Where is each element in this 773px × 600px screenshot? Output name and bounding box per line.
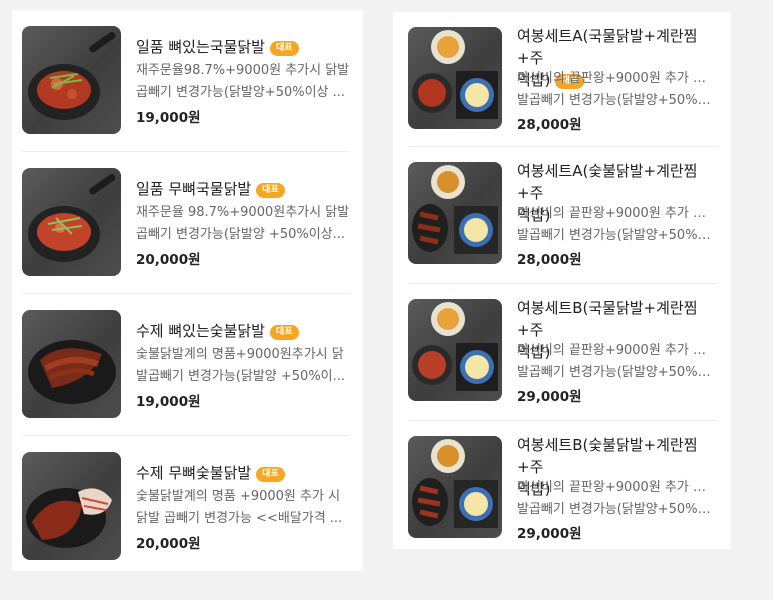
- menu-price: 20,000원: [136, 536, 201, 552]
- signature-badge: 대표: [269, 325, 299, 340]
- menu-description: 재주문율 98.7%+9000원추가시 닭발 곱빼기 변경가능(닭발양 +50%…: [136, 205, 350, 242]
- menu-price: 19,000원: [136, 110, 201, 126]
- menu-description: 가성비의 끝판왕+9000원 추가 시 닭 발곱빼기 변경가능(닭발양+50%이…: [517, 480, 717, 517]
- food-photo: [22, 310, 121, 418]
- menu-price: 28,000원: [517, 252, 582, 268]
- menu-item[interactable]: 일품 뼈있는국물닭발 대표 재주문율98.7%+9000원 추가시 닭발 곱빼기 …: [12, 10, 363, 151]
- menu-description: 가성비의 끝판왕+9000원 추가 시 닭 발곱빼기 변경가능(닭발양+50%이…: [517, 343, 717, 380]
- menu-item[interactable]: 수제 뼈있는숯불닭발 대표 숯불닭발계의 명품+9000원추가시 닭 발곱빼기 변…: [12, 294, 363, 435]
- menu-description: 가성비의 끝판왕+9000원 추가 시 닭 발곱빼기 변경가능(닭발양+50%이…: [517, 71, 717, 108]
- menu-title: 수제 무뼈숯불닭발 대표: [136, 462, 285, 484]
- menu-description: 숯불닭발계의 명품 +9000원 추가 시 닭발 곱빼기 변경가능 <<배달가격…: [136, 489, 343, 526]
- menu-title: 일품 무뼈국물닭발 대표: [136, 178, 285, 200]
- signature-badge: 대표: [256, 467, 285, 482]
- menu-price: 20,000원: [136, 252, 201, 268]
- food-photo: [22, 452, 121, 560]
- menu-item[interactable]: 여봉세트A(국물닭발+계란찜+주 먹밥) 대표 가성비의 끝판왕+9000원 추가…: [393, 12, 731, 146]
- menu-description: 숯불닭발계의 명품+9000원추가시 닭 발곱빼기 변경가능(닭발양 +50%이…: [136, 347, 346, 384]
- menu-list-right: 여봉세트A(국물닭발+계란찜+주 먹밥) 대표 가성비의 끝판왕+9000원 추가…: [393, 12, 731, 549]
- menu-description: 재주문율98.7%+9000원 추가시 닭발 곱빼기 변경가능(닭발양+50%이…: [136, 63, 350, 100]
- set-photo: [408, 299, 502, 401]
- set-photo: [408, 162, 502, 264]
- menu-price: 29,000원: [517, 526, 582, 542]
- set-photo: [408, 27, 502, 129]
- menu-title: 수제 뼈있는숯불닭발 대표: [136, 320, 299, 342]
- food-photo: [22, 26, 121, 134]
- food-photo: [22, 168, 121, 276]
- menu-item[interactable]: 여봉세트B(숯불닭발+계란찜+주 먹밥) 가성비의 끝판왕+9000원 추가 시…: [393, 421, 731, 549]
- menu-title: 일품 뼈있는국물닭발 대표: [136, 36, 299, 58]
- menu-item[interactable]: 여봉세트B(국물닭발+계란찜+주 먹밥) 가성비의 끝판왕+9000원 추가 시…: [393, 284, 731, 420]
- menu-item[interactable]: 일품 무뼈국물닭발 대표 재주문율 98.7%+9000원추가시 닭발 곱빼기 변…: [12, 152, 363, 293]
- menu-price: 29,000원: [517, 389, 582, 405]
- menu-list-left: 일품 뼈있는국물닭발 대표 재주문율98.7%+9000원 추가시 닭발 곱빼기 …: [12, 10, 363, 571]
- menu-description: 가성비의 끝판왕+9000원 추가 시 닭 발곱빼기 변경가능(닭발양+50%이…: [517, 206, 717, 243]
- signature-badge: 대표: [256, 183, 285, 198]
- menu-item[interactable]: 수제 무뼈숯불닭발 대표 숯불닭발계의 명품 +9000원 추가 시 닭발 곱빼기…: [12, 436, 363, 571]
- menu-item[interactable]: 여봉세트A(숯불닭발+계란찜+주 먹밥) 가성비의 끝판왕+9000원 추가 시…: [393, 147, 731, 283]
- set-photo: [408, 436, 502, 538]
- menu-price: 28,000원: [517, 117, 582, 133]
- menu-price: 19,000원: [136, 394, 201, 410]
- signature-badge: 대표: [269, 41, 299, 56]
